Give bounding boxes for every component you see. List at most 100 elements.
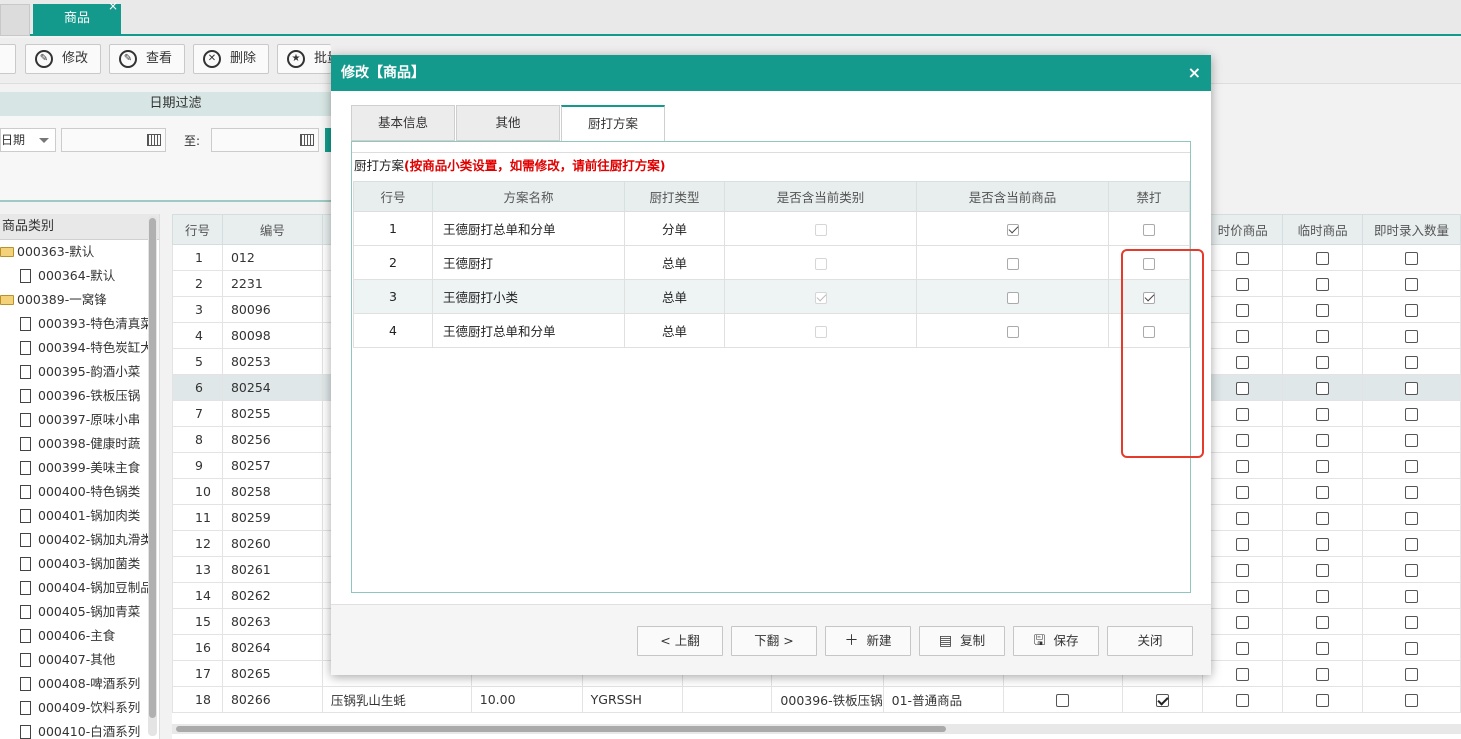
row-checkbox[interactable] [1316, 278, 1330, 291]
row-checkbox[interactable] [1405, 642, 1418, 655]
kitchen-print-row[interactable]: 3 王德厨打小类 总单 [353, 279, 1190, 314]
tab-kitchen-print[interactable]: 厨打方案 [561, 105, 665, 142]
row-checkbox[interactable] [1156, 694, 1170, 707]
row-checkbox[interactable] [1236, 590, 1250, 603]
close-icon[interactable]: × [1188, 55, 1201, 91]
tree-item[interactable]: 000393-特色清真菜 [0, 312, 159, 336]
row-checkbox[interactable] [1405, 590, 1418, 603]
row-checkbox[interactable] [1236, 382, 1250, 395]
row-checkbox[interactable] [1316, 642, 1330, 655]
row-checkbox[interactable] [1405, 382, 1418, 395]
grid-col-row-no[interactable]: 行号 [172, 214, 223, 245]
row-checkbox[interactable] [1316, 408, 1330, 421]
calendar-icon[interactable] [147, 134, 161, 146]
calendar-icon[interactable] [300, 134, 314, 146]
tree-item[interactable]: 000397-原味小串 [0, 408, 159, 432]
tree-item[interactable]: 000406-主食 [0, 624, 159, 648]
close-icon[interactable]: × [108, 0, 118, 16]
row-checkbox[interactable] [1316, 694, 1330, 707]
row-checkbox[interactable] [1316, 434, 1330, 447]
tree-item[interactable]: 000363-默认 [0, 240, 159, 264]
prev-page-button[interactable]: < 上翻 [637, 626, 723, 656]
row-checkbox[interactable] [1405, 616, 1418, 629]
row-checkbox[interactable] [1056, 694, 1070, 707]
tab-other[interactable]: 其他 [456, 105, 560, 141]
row-checkbox[interactable] [1236, 434, 1250, 447]
row-checkbox[interactable] [1316, 382, 1330, 395]
tree-item[interactable]: 000409-饮料系列 [0, 696, 159, 720]
row-checkbox[interactable] [1236, 668, 1250, 681]
row-checkbox[interactable] [1316, 252, 1330, 265]
tree-item[interactable]: 000398-健康时蔬 [0, 432, 159, 456]
row-checkbox[interactable] [1405, 252, 1418, 265]
row-checkbox[interactable] [1236, 278, 1250, 291]
tree-item[interactable]: 000402-锅加丸滑类 [0, 528, 159, 552]
row-checkbox[interactable] [1405, 460, 1418, 473]
row-checkbox[interactable] [1316, 330, 1330, 343]
tree-item[interactable]: 000400-特色锅类 [0, 480, 159, 504]
row-checkbox[interactable] [1316, 668, 1330, 681]
row-checkbox[interactable] [1236, 616, 1250, 629]
new-button[interactable]: ＋ 新建 [825, 626, 911, 656]
row-checkbox[interactable] [1236, 538, 1250, 551]
delete-button[interactable]: ✕ 删除 [193, 44, 269, 74]
grid-col-temporary[interactable]: 临时商品 [1282, 214, 1364, 245]
row-checkbox[interactable] [1405, 486, 1418, 499]
tree-scrollbar-thumb[interactable] [149, 218, 156, 718]
tab-previous[interactable] [0, 4, 30, 36]
grid-scrollbar-thumb[interactable] [176, 726, 946, 732]
row-checkbox[interactable] [1405, 512, 1418, 525]
row-checkbox[interactable] [1405, 408, 1418, 421]
include-item-checkbox[interactable] [1006, 325, 1019, 338]
save-button[interactable]: 🖫 保存 [1013, 626, 1099, 656]
close-button[interactable]: 关闭 [1107, 626, 1193, 656]
tree-item[interactable]: 000403-锅加菌类 [0, 552, 159, 576]
tree-item[interactable]: 000401-锅加肉类 [0, 504, 159, 528]
row-checkbox[interactable] [1236, 356, 1250, 369]
tree-item[interactable]: 000364-默认 [0, 264, 159, 288]
tree-item[interactable]: 000394-特色炭缸大 [0, 336, 159, 360]
tab-basic-info[interactable]: 基本信息 [351, 105, 455, 141]
row-checkbox[interactable] [1405, 538, 1418, 551]
row-checkbox[interactable] [1236, 564, 1250, 577]
tree-item[interactable]: 000396-铁板压锅 [0, 384, 159, 408]
row-checkbox[interactable] [1405, 668, 1418, 681]
row-checkbox[interactable] [1236, 408, 1250, 421]
kitchen-print-row[interactable]: 1 王德厨打总单和分单 分单 [353, 211, 1190, 246]
row-checkbox[interactable] [1405, 330, 1418, 343]
row-checkbox[interactable] [1236, 460, 1250, 473]
row-checkbox[interactable] [1316, 304, 1330, 317]
tree-item[interactable]: 000408-啤酒系列 [0, 672, 159, 696]
row-checkbox[interactable] [1316, 590, 1330, 603]
row-checkbox[interactable] [1316, 460, 1330, 473]
next-page-button[interactable]: 下翻 > [731, 626, 817, 656]
row-checkbox[interactable] [1405, 304, 1418, 317]
date-from-input[interactable] [61, 128, 166, 152]
tree-item[interactable]: 000404-锅加豆制品 [0, 576, 159, 600]
tree-item[interactable]: 000389-一窝锋 [0, 288, 159, 312]
banned-checkbox[interactable] [1143, 223, 1155, 236]
row-checkbox[interactable] [1405, 434, 1418, 447]
row-checkbox[interactable] [1405, 356, 1418, 369]
batch-upload-button[interactable]: ★ 批量上传图片 [277, 44, 331, 74]
tree-item[interactable]: 000405-锅加青菜 [0, 600, 159, 624]
include-item-checkbox[interactable] [1006, 257, 1019, 270]
include-item-checkbox[interactable] [1006, 223, 1019, 236]
row-checkbox[interactable] [1316, 486, 1330, 499]
row-checkbox[interactable] [1236, 252, 1250, 265]
view-button[interactable]: ✎ 查看 [109, 44, 185, 74]
row-checkbox[interactable] [1405, 564, 1418, 577]
row-checkbox[interactable] [1405, 694, 1418, 707]
grid-col-instant-qty[interactable]: 即时录入数量 [1362, 214, 1461, 245]
edit-button[interactable]: ✎ 修改 [25, 44, 101, 74]
row-checkbox[interactable] [1236, 512, 1250, 525]
include-item-checkbox[interactable] [1006, 291, 1019, 304]
tab-goods[interactable]: 商品 × [33, 0, 121, 36]
grid-col-market-price[interactable]: 时价商品 [1202, 214, 1284, 245]
tree-scrollbar[interactable] [148, 216, 157, 736]
date-to-input[interactable] [211, 128, 319, 152]
tree-item[interactable]: 000399-美味主食 [0, 456, 159, 480]
row-checkbox[interactable] [1236, 486, 1250, 499]
row-checkbox[interactable] [1316, 564, 1330, 577]
row-checkbox[interactable] [1405, 278, 1418, 291]
